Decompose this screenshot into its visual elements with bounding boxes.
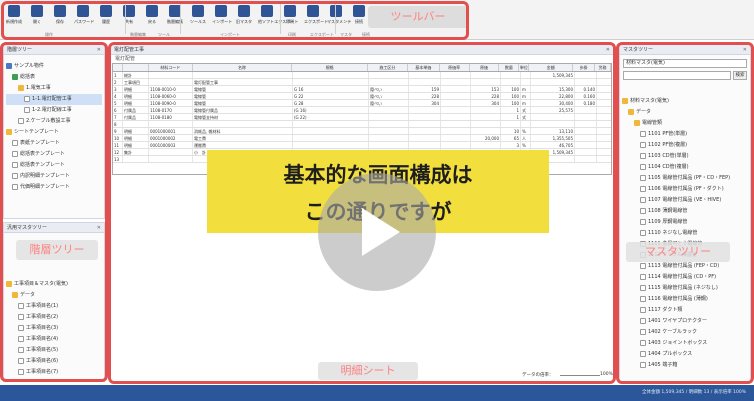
master-tree-tag: マスタツリー	[626, 242, 730, 262]
status-bar: 全体金額 1,509,345 / 明細数 13 / 表示倍率 100%	[0, 385, 754, 401]
hierarchy-tree-tag: 階層ツリー	[16, 240, 98, 260]
master-tree-highlight-frame	[616, 42, 754, 384]
play-icon[interactable]	[362, 208, 400, 256]
status-text: 全体金額 1,509,345 / 明細数 13 / 表示倍率 100%	[641, 390, 746, 395]
hierarchy-tree-highlight-frame	[0, 42, 108, 382]
detail-sheet-tag: 明細シート	[318, 362, 418, 380]
toolbar-highlight-frame	[1, 1, 469, 40]
